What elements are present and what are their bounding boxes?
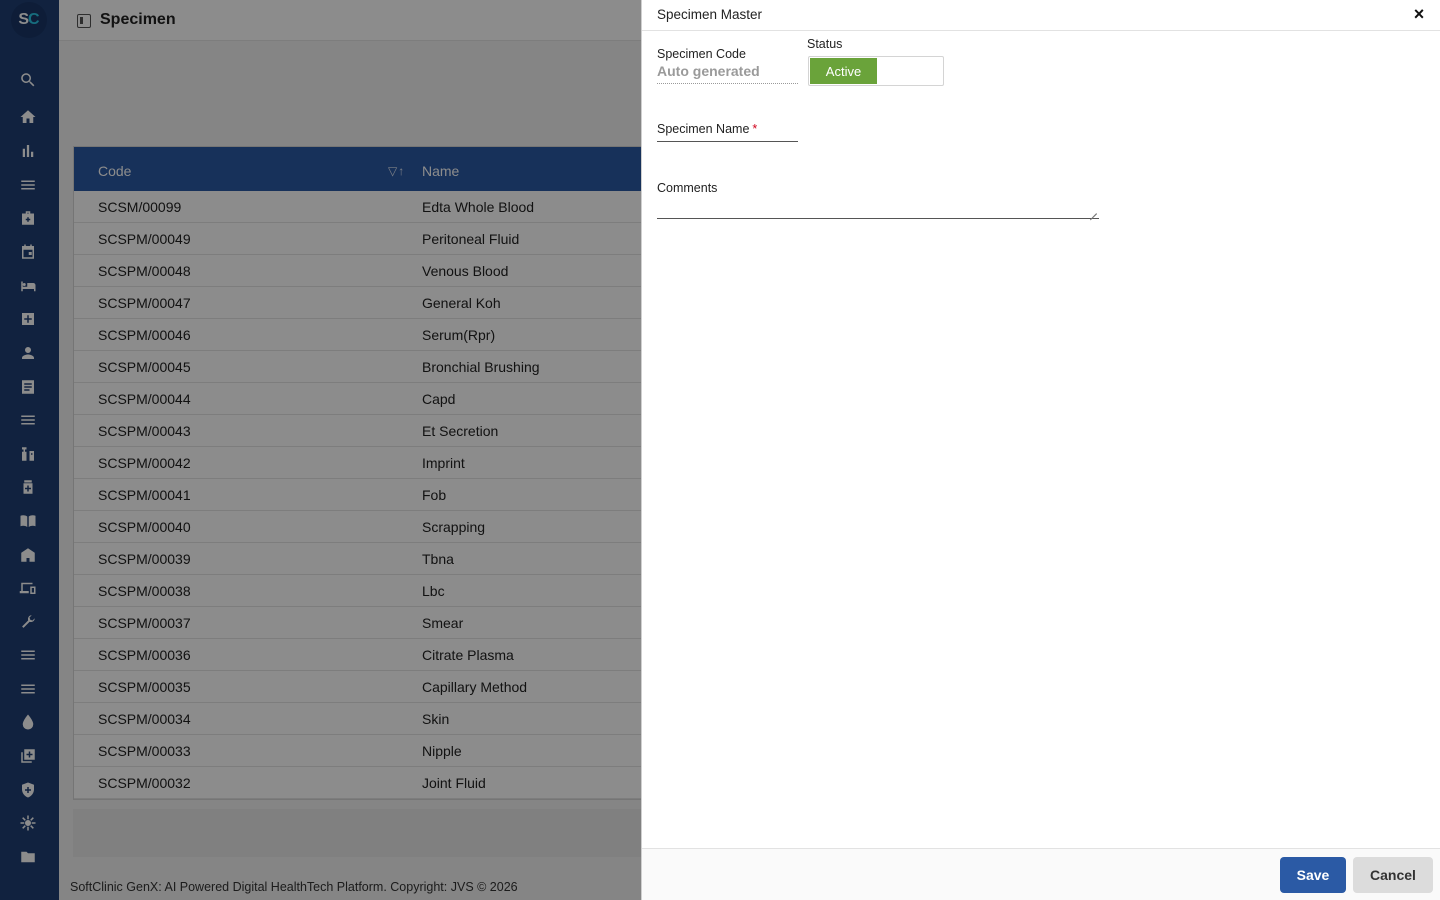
comments-textarea[interactable] — [657, 199, 1099, 219]
panel-title: Specimen Master — [657, 7, 763, 22]
status-toggle[interactable]: Active — [808, 56, 944, 86]
required-marker: * — [752, 122, 758, 136]
close-icon: × — [1413, 4, 1425, 24]
save-button[interactable]: Save — [1280, 857, 1346, 893]
specimen-name-label-text: Specimen Name — [657, 122, 750, 136]
specimen-name-label: Specimen Name * — [657, 122, 757, 136]
comments-label: Comments — [657, 181, 718, 195]
status-active-segment: Active — [810, 58, 877, 84]
panel-header: Specimen Master × — [642, 0, 1440, 31]
specimen-master-panel: Specimen Master × Specimen Code Auto gen… — [641, 0, 1440, 900]
specimen-name-input[interactable] — [657, 139, 798, 142]
status-label: Status — [807, 37, 843, 51]
close-button[interactable]: × — [1410, 5, 1428, 23]
specimen-code-field: Auto generated — [657, 62, 798, 84]
cancel-button[interactable]: Cancel — [1353, 857, 1433, 893]
resize-grip-icon[interactable] — [1089, 206, 1097, 214]
specimen-code-label: Specimen Code — [657, 47, 746, 61]
panel-footer: Save Cancel — [642, 848, 1440, 900]
